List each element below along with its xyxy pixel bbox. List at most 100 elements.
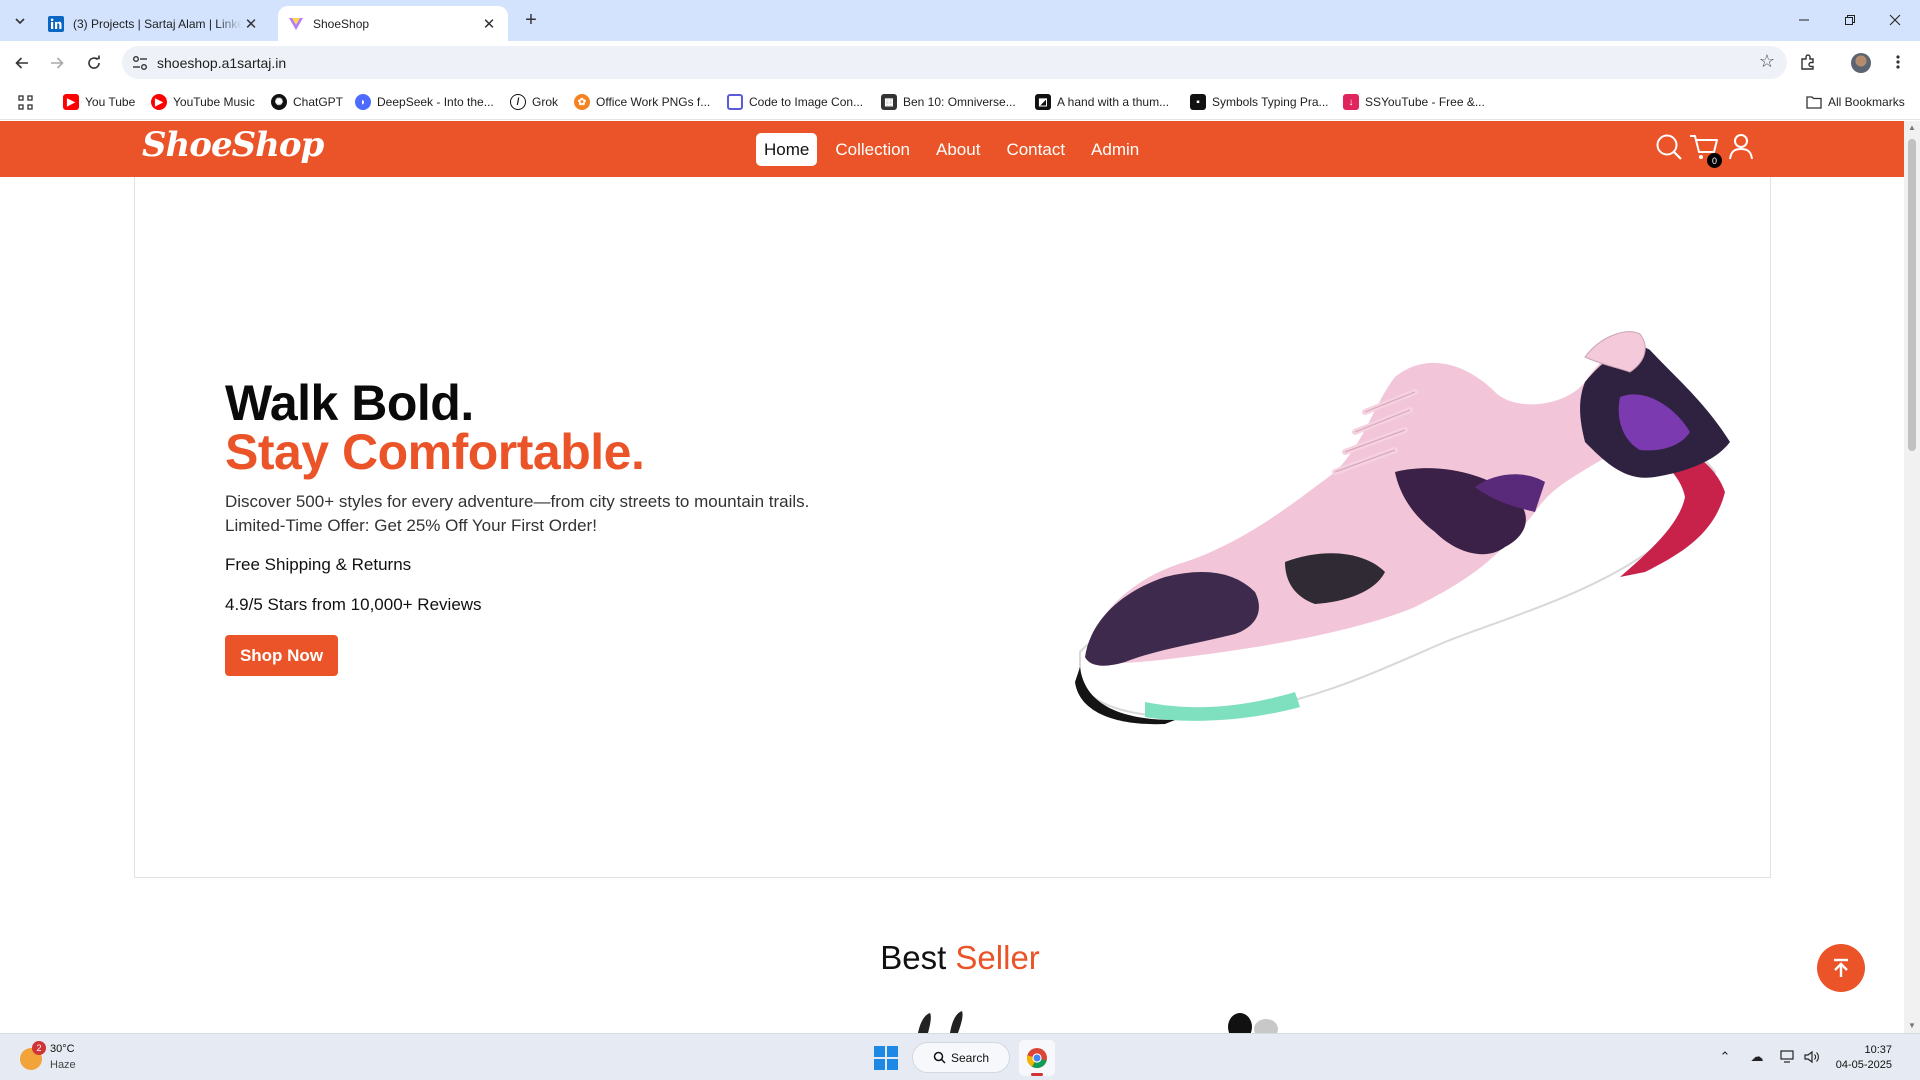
all-bookmarks-label: All Bookmarks xyxy=(1828,95,1905,109)
browser-toolbar: shoeshop.a1sartaj.in ☆ xyxy=(0,41,1920,84)
bookmarks-bar: ▶ You Tube ▶ YouTube Music ✺ ChatGPT ◗ D… xyxy=(0,84,1920,120)
ben10-icon: ▦ xyxy=(881,94,897,110)
minimize-button[interactable] xyxy=(1791,8,1817,32)
clock-date: 04-05-2025 xyxy=(1835,1059,1892,1071)
site-logo[interactable]: ShoeShop xyxy=(142,125,324,165)
hero-shoe-image xyxy=(1075,331,1730,725)
tab-search-button[interactable] xyxy=(7,8,33,34)
nav-admin[interactable]: Admin xyxy=(1083,133,1147,166)
address-bar[interactable]: shoeshop.a1sartaj.in ☆ xyxy=(122,46,1787,79)
hand-icon: ◩ xyxy=(1035,94,1051,110)
new-tab-button[interactable]: + xyxy=(520,9,542,31)
scroll-up-icon[interactable]: ▲ xyxy=(1908,123,1916,132)
bookmark-label: DeepSeek - Into the... xyxy=(377,95,494,109)
scrollbar-thumb[interactable] xyxy=(1908,139,1916,451)
restore-button[interactable] xyxy=(1837,8,1863,32)
forward-button[interactable] xyxy=(43,49,71,77)
chevron-down-icon xyxy=(15,18,25,25)
weather-temperature[interactable]: 30°C xyxy=(50,1043,75,1055)
tab-title: (3) Projects | Sartaj Alam | LinkedIn xyxy=(73,16,242,31)
youtube-music-icon: ▶ xyxy=(151,94,167,110)
linkedin-icon xyxy=(48,15,64,32)
best-seller-title-part: Best xyxy=(880,939,947,976)
arrow-right-icon xyxy=(51,57,64,69)
system-clock[interactable]: 10:37 04-05-2025 xyxy=(1830,1043,1892,1073)
bookmark-youtube-music[interactable]: ▶ YouTube Music xyxy=(151,93,255,111)
back-to-top-button[interactable] xyxy=(1817,944,1865,992)
shop-now-button[interactable]: Shop Now xyxy=(225,635,338,676)
ssyoutube-icon: ↓ xyxy=(1343,94,1359,110)
page-scrollbar[interactable]: ▲ ▼ xyxy=(1904,121,1920,1033)
windows-taskbar: 2 30°C Haze Search ⌃ ☁ 10:37 04-05-2025 xyxy=(0,1033,1920,1080)
hero-subheadline: Stay Comfortable. xyxy=(225,424,645,480)
bookmark-code-to-image[interactable]: Code to Image Con... xyxy=(727,93,863,111)
site-settings-icon[interactable] xyxy=(131,54,149,72)
more-menu-icon[interactable] xyxy=(1887,51,1909,73)
network-icon[interactable] xyxy=(1779,1048,1797,1066)
back-button[interactable] xyxy=(8,49,36,77)
pngs-icon: ✿ xyxy=(574,94,590,110)
scroll-down-icon[interactable]: ▼ xyxy=(1908,1021,1916,1030)
nav-contact[interactable]: Contact xyxy=(998,133,1073,166)
bookmark-ben10[interactable]: ▦ Ben 10: Omniverse... xyxy=(881,93,1016,111)
cloud-icon[interactable]: ☁ xyxy=(1748,1048,1766,1066)
cart-count-badge: 0 xyxy=(1707,153,1722,168)
arrow-up-icon xyxy=(1834,958,1848,977)
hero-description-line: Discover 500+ styles for every adventure… xyxy=(225,492,810,511)
taskbar-chrome-button[interactable] xyxy=(1019,1040,1055,1076)
main-menu: Home Collection About Contact Admin xyxy=(756,133,1147,166)
windows-start-icon[interactable] xyxy=(874,1046,898,1070)
close-icon[interactable]: ✕ xyxy=(480,15,498,33)
bookmark-hand-thumb[interactable]: ◩ A hand with a thum... xyxy=(1035,93,1169,111)
profile-avatar[interactable] xyxy=(1851,53,1871,73)
tab-linkedin[interactable]: (3) Projects | Sartaj Alam | LinkedIn ✕ xyxy=(38,6,270,41)
bookmark-youtube[interactable]: ▶ You Tube xyxy=(63,93,135,111)
product-image-peek xyxy=(918,1011,963,1033)
hero-description: Discover 500+ styles for every adventure… xyxy=(225,490,809,538)
weather-badge: 2 xyxy=(32,1041,46,1055)
bookmark-office-pngs[interactable]: ✿ Office Work PNGs f... xyxy=(574,93,710,111)
bookmark-label: Symbols Typing Pra... xyxy=(1212,95,1329,109)
bookmark-label: YouTube Music xyxy=(173,95,255,109)
bookmark-chatgpt[interactable]: ✺ ChatGPT xyxy=(271,93,343,111)
reload-button[interactable] xyxy=(80,49,108,77)
bookmark-label: Ben 10: Omniverse... xyxy=(903,95,1016,109)
deepseek-icon: ◗ xyxy=(355,94,371,110)
window-close-button[interactable] xyxy=(1882,8,1908,32)
weather-description[interactable]: Haze xyxy=(50,1059,76,1071)
shoeshop-favicon xyxy=(289,17,303,30)
clock-time: 10:37 xyxy=(1864,1044,1892,1056)
code-image-icon xyxy=(727,94,743,110)
search-icon[interactable] xyxy=(1653,131,1685,163)
taskbar-search[interactable]: Search xyxy=(912,1042,1010,1073)
close-icon xyxy=(1889,14,1901,26)
tab-shoeshop[interactable]: ShoeShop ✕ xyxy=(278,6,508,41)
nav-about[interactable]: About xyxy=(928,133,988,166)
bookmark-grok[interactable]: / Grok xyxy=(510,93,558,111)
bookmark-label: A hand with a thum... xyxy=(1057,95,1170,109)
tab-title: ShoeShop xyxy=(313,16,370,31)
product-image-peek xyxy=(1228,1013,1278,1033)
taskbar-search-label: Search xyxy=(951,1050,990,1065)
close-icon[interactable]: ✕ xyxy=(242,15,260,33)
browser-tab-strip: (3) Projects | Sartaj Alam | LinkedIn ✕ … xyxy=(0,0,1920,41)
chevron-up-icon[interactable]: ⌃ xyxy=(1716,1048,1734,1066)
site-navbar: ShoeShop Home Collection About Contact A… xyxy=(0,121,1920,177)
volume-icon[interactable] xyxy=(1803,1048,1821,1066)
bookmark-symbols-typing[interactable]: ▪ Symbols Typing Pra... xyxy=(1190,93,1329,111)
bookmark-ssyoutube[interactable]: ↓ SSYouTube - Free &... xyxy=(1343,93,1485,111)
grok-icon: / xyxy=(510,94,526,110)
bookmark-deepseek[interactable]: ◗ DeepSeek - Into the... xyxy=(355,93,494,111)
user-icon[interactable] xyxy=(1725,131,1757,163)
reload-icon xyxy=(88,55,100,69)
all-bookmarks-button[interactable]: All Bookmarks xyxy=(1806,93,1905,111)
url-text: shoeshop.a1sartaj.in xyxy=(157,55,287,71)
apps-icon[interactable] xyxy=(18,93,33,111)
nav-home[interactable]: Home xyxy=(756,133,818,166)
bookmark-star-icon[interactable]: ☆ xyxy=(1759,51,1775,72)
bookmark-label: Code to Image Con... xyxy=(749,95,864,109)
bookmark-label: Office Work PNGs f... xyxy=(596,95,711,109)
bookmark-label: You Tube xyxy=(85,95,136,109)
extensions-icon[interactable] xyxy=(1797,51,1819,73)
nav-collection[interactable]: Collection xyxy=(827,133,918,166)
